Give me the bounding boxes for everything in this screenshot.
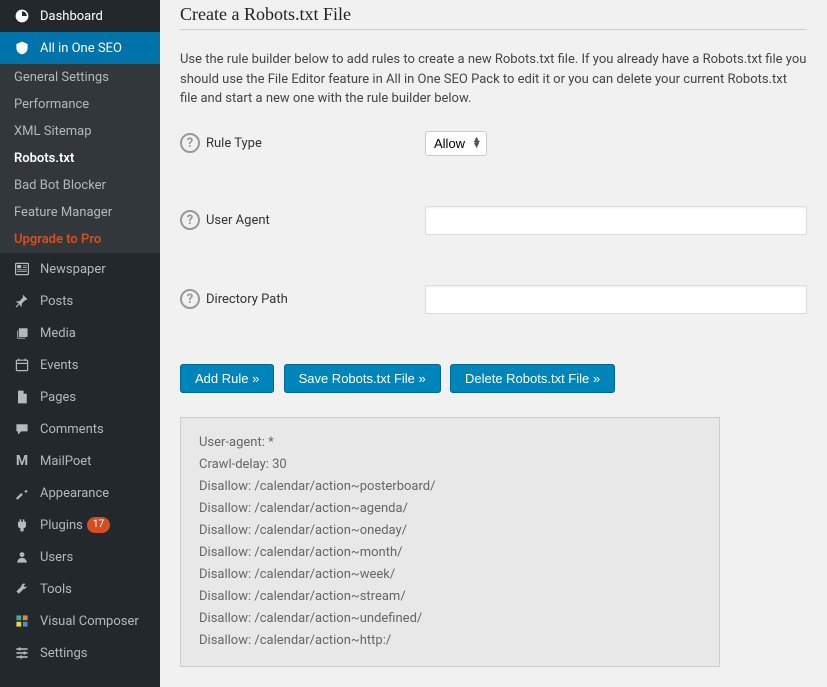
pin-icon [12, 293, 32, 309]
sidebar-dashboard-label: Dashboard [40, 9, 103, 24]
robots-preview: User-agent: *Crawl-delay: 30Disallow: /c… [180, 417, 720, 668]
robots-preview-line: User-agent: * [199, 432, 701, 454]
sidebar-item-label: MailPoet [40, 454, 91, 469]
plugins-badge: 17 [87, 517, 110, 533]
add-rule-button[interactable]: Add Rule » [180, 364, 274, 393]
button-row: Add Rule » Save Robots.txt File » Delete… [180, 364, 807, 393]
newspaper-icon [12, 261, 32, 277]
mailpoet-icon: M [12, 453, 32, 469]
sidebar-item-label: Plugins [40, 518, 83, 533]
sidebar-events[interactable]: Events [0, 349, 160, 381]
robots-preview-line: Disallow: /calendar/action~oneday/ [199, 520, 701, 542]
sidebar-item-label: Posts [40, 294, 73, 309]
save-robots-button[interactable]: Save Robots.txt File » [284, 364, 441, 393]
sidebar-item-label: Events [40, 358, 78, 373]
submenu-xml-sitemap[interactable]: XML Sitemap [0, 118, 160, 145]
composer-icon [12, 613, 32, 629]
submenu-general-settings[interactable]: General Settings [0, 64, 160, 91]
dashboard-icon [12, 8, 32, 24]
sidebar-item-label: Visual Composer [40, 614, 139, 629]
sidebar-item-label: Comments [40, 422, 104, 437]
sidebar-item-label: Users [40, 550, 73, 565]
robots-preview-line: Disallow: /calendar/action~posterboard/ [199, 476, 701, 498]
sidebar-item-label: Media [40, 326, 76, 341]
appearance-icon [12, 485, 32, 501]
submenu-bad-bot-blocker[interactable]: Bad Bot Blocker [0, 172, 160, 199]
comment-icon [12, 421, 32, 437]
page-icon [12, 389, 32, 405]
sidebar-aioseo-label: All in One SEO [40, 41, 122, 56]
sidebar-settings[interactable]: Settings [0, 637, 160, 669]
sidebar-tools[interactable]: Tools [0, 573, 160, 605]
page-title: Create a Robots.txt File [180, 0, 807, 30]
sidebar-visual-composer[interactable]: Visual Composer [0, 605, 160, 637]
robots-preview-line: Disallow: /calendar/action~week/ [199, 564, 701, 586]
user-icon [12, 549, 32, 565]
sidebar-posts[interactable]: Posts [0, 285, 160, 317]
calendar-icon [12, 357, 32, 373]
user-agent-row: ? User Agent [180, 206, 807, 235]
sidebar-submenu: General Settings Performance XML Sitemap… [0, 64, 160, 253]
admin-sidebar: Dashboard All in One SEO General Setting… [0, 0, 160, 687]
robots-preview-line: Disallow: /calendar/action~undefined/ [199, 608, 701, 630]
robots-preview-line: Crawl-delay: 30 [199, 454, 701, 476]
sidebar-aioseo[interactable]: All in One SEO [0, 32, 160, 64]
delete-robots-button[interactable]: Delete Robots.txt File » [450, 364, 615, 393]
sidebar-media[interactable]: Media [0, 317, 160, 349]
sidebar-mailpoet[interactable]: M MailPoet [0, 445, 160, 477]
sidebar-item-label: Appearance [40, 486, 109, 501]
robots-preview-line: Disallow: /calendar/action~stream/ [199, 586, 701, 608]
sidebar-item-label: Pages [40, 390, 76, 405]
plugin-icon [12, 517, 32, 533]
robots-preview-line: Disallow: /calendar/action~agenda/ [199, 498, 701, 520]
sidebar-dashboard[interactable]: Dashboard [0, 0, 160, 32]
main-content: Create a Robots.txt File Use the rule bu… [160, 0, 827, 687]
submenu-upgrade-pro[interactable]: Upgrade to Pro [0, 226, 160, 253]
sidebar-comments[interactable]: Comments [0, 413, 160, 445]
rule-type-label: Rule Type [206, 136, 262, 151]
sidebar-pages[interactable]: Pages [0, 381, 160, 413]
sidebar-plugins[interactable]: Plugins 17 [0, 509, 160, 541]
sidebar-appearance[interactable]: Appearance [0, 477, 160, 509]
rule-type-select[interactable]: Allow [425, 131, 487, 156]
help-icon[interactable]: ? [180, 133, 200, 153]
help-icon[interactable]: ? [180, 289, 200, 309]
sidebar-item-label: Tools [40, 582, 72, 597]
robots-preview-line: Disallow: /calendar/action~month/ [199, 542, 701, 564]
tools-icon [12, 581, 32, 597]
directory-path-label: Directory Path [206, 292, 288, 307]
page-description: Use the rule builder below to add rules … [180, 50, 807, 109]
media-icon [12, 325, 32, 341]
user-agent-input[interactable] [425, 206, 807, 235]
help-icon[interactable]: ? [180, 210, 200, 230]
shield-icon [12, 40, 32, 56]
submenu-robots-txt[interactable]: Robots.txt [0, 145, 160, 172]
directory-path-input[interactable] [425, 285, 807, 314]
submenu-performance[interactable]: Performance [0, 91, 160, 118]
settings-icon [12, 645, 32, 661]
user-agent-label: User Agent [206, 213, 270, 228]
sidebar-users[interactable]: Users [0, 541, 160, 573]
sidebar-item-label: Settings [40, 646, 87, 661]
sidebar-newspaper[interactable]: Newspaper [0, 253, 160, 285]
submenu-feature-manager[interactable]: Feature Manager [0, 199, 160, 226]
sidebar-item-label: Newspaper [40, 262, 106, 277]
robots-preview-line: Disallow: /calendar/action~http:/ [199, 630, 701, 652]
directory-path-row: ? Directory Path [180, 285, 807, 314]
rule-type-row: ? Rule Type Allow ▲▼ [180, 131, 807, 156]
